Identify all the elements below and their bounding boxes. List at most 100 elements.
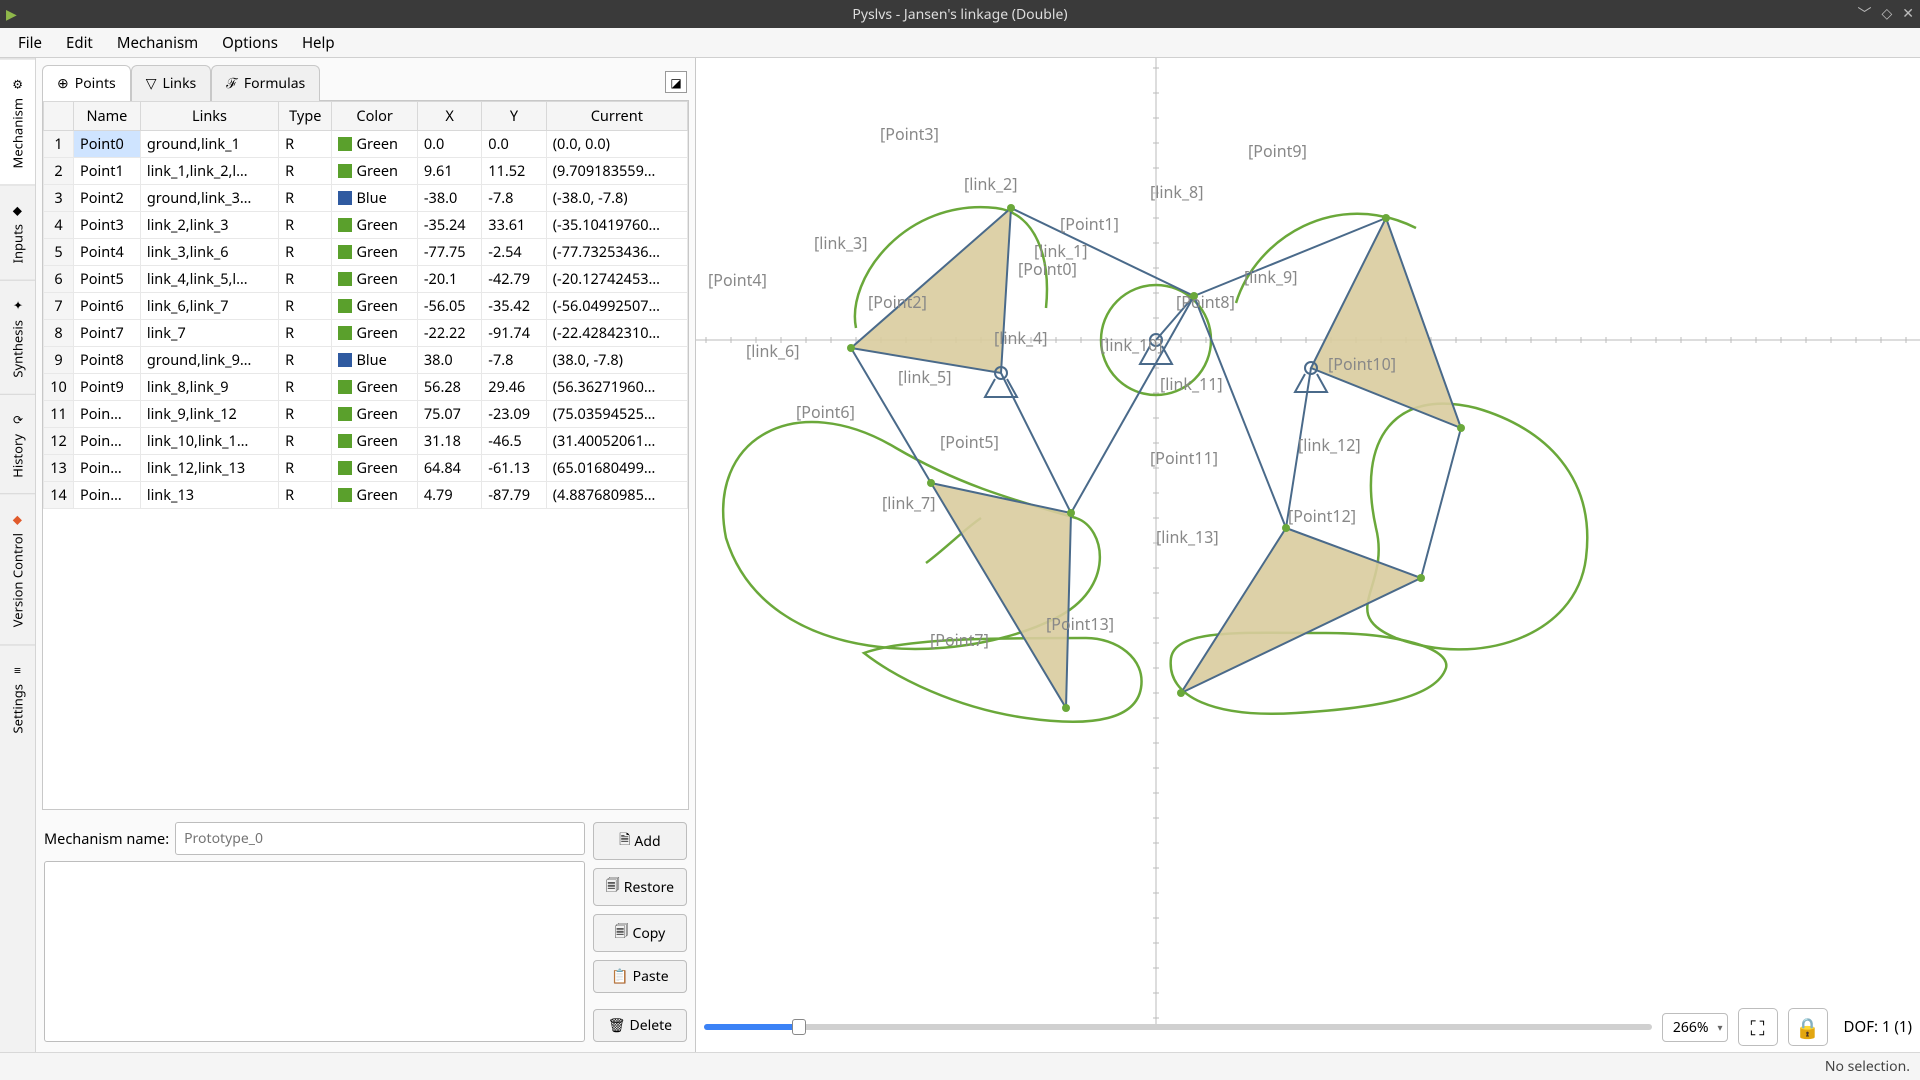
tab-links[interactable]: ▽Links [131, 65, 212, 101]
canvas-label: [Point8] [1176, 291, 1235, 313]
menu-mechanism[interactable]: Mechanism [107, 29, 208, 57]
canvas-label: [Point13] [1046, 613, 1114, 635]
menu-options[interactable]: Options [212, 29, 288, 57]
canvas-label: [link_12] [1298, 434, 1361, 456]
status-text: No selection. [1825, 1057, 1910, 1076]
status-bar: No selection. [0, 1052, 1920, 1080]
mechanism-name-label: Mechanism name: [44, 829, 169, 849]
add-button[interactable]: 🗎Add [593, 822, 687, 860]
table-row[interactable]: 7Point6link_6,link_7RGreen-56.05-35.42(-… [44, 293, 688, 320]
canvas-label: [link_8] [1150, 181, 1203, 203]
splitter[interactable] [42, 810, 689, 818]
menu-help[interactable]: Help [292, 29, 345, 57]
points-table[interactable]: Name Links Type Color X Y Current 1Point… [43, 101, 688, 509]
side-tab-strip: Mechanism⚙ Inputs◆ Synthesis✦ History⟳ V… [0, 58, 36, 1052]
menu-file[interactable]: File [8, 29, 52, 57]
table-row[interactable]: 10Point9link_8,link_9RGreen56.2829.46(56… [44, 374, 688, 401]
side-tab-inputs[interactable]: Inputs◆ [0, 184, 35, 279]
canvas-label: [link_7] [882, 492, 935, 514]
side-tab-synthesis[interactable]: Synthesis✦ [0, 280, 35, 394]
dof-label: DOF: [1844, 1017, 1878, 1037]
window-titlebar: ▶ Pyslvs - Jansen's linkage (Double) ﹀ ◇… [0, 0, 1920, 28]
trash-icon: 🗑 [608, 1016, 626, 1035]
canvas-label: [Point6] [796, 401, 855, 423]
side-tab-settings[interactable]: Settings≡ [0, 644, 35, 749]
menu-edit[interactable]: Edit [56, 29, 103, 57]
gear-icon: ⚙ [12, 75, 23, 92]
settings-icon: ≡ [14, 661, 21, 678]
formulas-icon: ℱ [226, 74, 238, 93]
points-icon: ⊕ [57, 74, 69, 93]
paste-button[interactable]: 📋Paste [593, 960, 687, 993]
table-row[interactable]: 14Poin…link_13RGreen4.79-87.79(4.8876809… [44, 482, 688, 509]
add-icon: 🗎 [619, 829, 630, 853]
copy-icon: 🗐 [614, 921, 628, 945]
canvas-label: [Point10] [1328, 353, 1396, 375]
restore-button[interactable]: 🗐Restore [593, 868, 687, 906]
window-title: Pyslvs - Jansen's linkage (Double) [852, 5, 1067, 24]
vcs-icon: ◆ [13, 510, 22, 527]
tab-formulas[interactable]: ℱFormulas [211, 65, 320, 101]
canvas-label: [Point3] [880, 123, 939, 145]
col-color[interactable]: Color [332, 102, 417, 131]
table-row[interactable]: 13Poin…link_12,link_13RGreen64.84-61.13(… [44, 455, 688, 482]
copy-button[interactable]: 🗐Copy [593, 914, 687, 952]
lock-icon: 🔒 [1795, 1014, 1820, 1041]
canvas-label: [Point1] [1060, 213, 1119, 235]
canvas-label: [link_10] [1100, 334, 1163, 356]
col-y[interactable]: Y [482, 102, 546, 131]
canvas-label: [link_5] [898, 366, 951, 388]
side-tab-history[interactable]: History⟳ [0, 394, 35, 494]
col-current[interactable]: Current [546, 102, 687, 131]
table-row[interactable]: 5Point4link_3,link_6RGreen-77.75-2.54(-7… [44, 239, 688, 266]
lock-button[interactable]: 🔒 [1788, 1008, 1828, 1046]
canvas-label: [Point11] [1150, 447, 1218, 469]
table-row[interactable]: 11Poin…link_9,link_12RGreen75.07-23.09(7… [44, 401, 688, 428]
minimize-icon[interactable]: ﹀ [1857, 4, 1871, 24]
inputs-icon: ◆ [13, 201, 22, 218]
expand-button[interactable]: ◪ [665, 71, 687, 93]
canvas-label: [Point5] [940, 431, 999, 453]
col-name[interactable]: Name [74, 102, 141, 131]
col-x[interactable]: X [417, 102, 481, 131]
canvas-label: [Point7] [930, 629, 989, 651]
paste-icon: 📋 [611, 967, 628, 986]
canvas-label: [Point9] [1248, 140, 1307, 162]
fit-view-button[interactable]: ⛶ [1738, 1008, 1778, 1046]
history-icon: ⟳ [12, 411, 22, 428]
col-links[interactable]: Links [140, 102, 278, 131]
table-row[interactable]: 6Point5link_4,link_5,l…RGreen-20.1-42.79… [44, 266, 688, 293]
canvas-label: [link_3] [814, 232, 867, 254]
restore-icon: 🗐 [606, 875, 620, 899]
app-icon: ▶ [6, 5, 17, 24]
table-row[interactable]: 9Point8ground,link_9…RBlue38.0-7.8(38.0,… [44, 347, 688, 374]
side-tab-version-control[interactable]: Version Control◆ [0, 493, 35, 643]
canvas-label: [Point2] [868, 291, 927, 313]
tab-points[interactable]: ⊕Points [42, 65, 131, 101]
table-row[interactable]: 4Point3link_2,link_3RGreen-35.2433.61(-3… [44, 212, 688, 239]
mechanism-name-input[interactable] [175, 822, 585, 855]
table-row[interactable]: 12Poin…link_10,link_1…RGreen31.18-46.5(3… [44, 428, 688, 455]
links-icon: ▽ [146, 74, 157, 93]
delete-button[interactable]: 🗑Delete [593, 1009, 687, 1042]
canvas-label: [Point4] [708, 269, 767, 291]
table-row[interactable]: 1Point0ground,link_1RGreen0.00.0(0.0, 0.… [44, 131, 688, 158]
maximize-icon[interactable]: ◇ [1881, 4, 1892, 24]
table-row[interactable]: 8Point7link_7RGreen-22.22-91.74(-22.4284… [44, 320, 688, 347]
mechanism-canvas[interactable]: [Point0][Point1][Point2][Point3][Point4]… [696, 58, 1920, 1052]
close-icon[interactable]: ✕ [1902, 4, 1914, 24]
canvas-label: [link_11] [1160, 373, 1223, 395]
canvas-label: [link_9] [1244, 266, 1297, 288]
description-box[interactable] [44, 861, 585, 1042]
col-type[interactable]: Type [279, 102, 332, 131]
canvas-label: [link_4] [994, 327, 1047, 349]
animation-slider[interactable] [704, 1024, 1652, 1030]
table-row[interactable]: 3Point2ground,link_3…RBlue-38.0-7.8(-38.… [44, 185, 688, 212]
canvas-label: [link_6] [746, 340, 799, 362]
zoom-select[interactable]: 266% [1662, 1013, 1728, 1042]
canvas-label: [link_13] [1156, 526, 1219, 548]
left-panel: ⊕Points ▽Links ℱFormulas ◪ Name Links Ty… [36, 58, 696, 1052]
table-row[interactable]: 2Point1link_1,link_2,l…RGreen9.6111.52(9… [44, 158, 688, 185]
canvas-label: [Point12] [1288, 505, 1356, 527]
side-tab-mechanism[interactable]: Mechanism⚙ [0, 58, 35, 184]
